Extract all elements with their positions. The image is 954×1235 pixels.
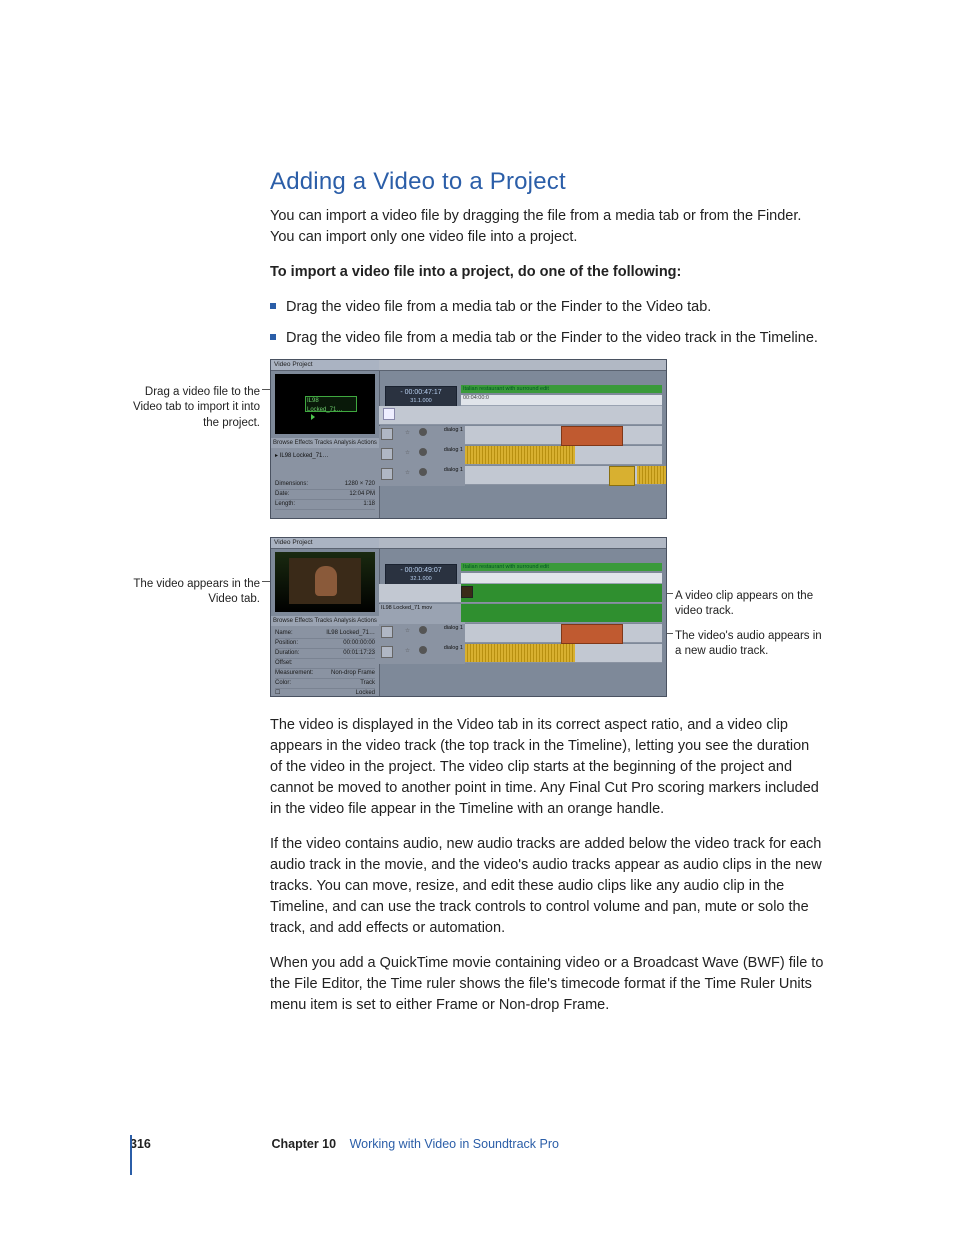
video-preview — [275, 552, 375, 612]
video-track-icon — [383, 408, 395, 420]
timeline-toolbar — [379, 538, 666, 549]
audio-track: ☆dialog 1 — [379, 644, 662, 663]
info-list: Name:IL98 Locked_71… Position:00:00:00:0… — [271, 626, 379, 696]
new-audio-clip — [461, 604, 662, 622]
audio-clip — [561, 624, 623, 644]
callout-right: A video clip appears on the video track. — [675, 589, 830, 620]
bullet-item: Drag the video file from a media tab or … — [270, 328, 825, 349]
video-preview-empty: IL98 Locked_71… — [275, 374, 375, 434]
body-paragraph: When you add a QuickTime movie containin… — [270, 953, 825, 1016]
footer-rule — [130, 1135, 132, 1175]
video-track — [379, 584, 662, 603]
cursor-icon — [311, 414, 315, 420]
instruction-heading: To import a video file into a project, d… — [270, 262, 825, 283]
audio-track: ☆dialog 1 — [379, 466, 662, 485]
chapter-label: Chapter 10 — [271, 1137, 336, 1151]
video-thumb — [461, 586, 473, 598]
timeline-toolbar — [379, 360, 666, 371]
audio-clip — [465, 446, 575, 464]
audio-track: ☆dialog 1 — [379, 426, 662, 445]
callout-left: Drag a video file to the Video tab to im… — [120, 385, 260, 432]
callout-right: The video's audio appears in a new audio… — [675, 629, 830, 660]
screenshot: Video Project Browse Effects Tracks Anal… — [270, 537, 667, 697]
audio-track: ☆dialog 1 — [379, 446, 662, 465]
audio-clip — [561, 426, 623, 446]
show-header: Italian restaurant with surround edit — [461, 563, 662, 571]
chapter-title: Working with Video in Soundtrack Pro — [350, 1137, 559, 1151]
body-paragraph: If the video contains audio, new audio t… — [270, 834, 825, 939]
audio-clip — [465, 644, 575, 662]
time-ruler — [461, 573, 662, 584]
bullet-item: Drag the video file from a media tab or … — [270, 297, 825, 318]
info-tabs: Browse Effects Tracks Analysis Actions — [271, 616, 381, 626]
section-heading: Adding a Video to a Project — [130, 165, 850, 200]
drag-file-box: IL98 Locked_71… — [305, 396, 357, 412]
body-paragraph: The video is displayed in the Video tab … — [270, 715, 825, 820]
page-footer: 316 Chapter 10 Working with Video in Sou… — [130, 1135, 850, 1153]
figure-2: The video appears in the Video tab. A vi… — [130, 537, 850, 697]
audio-clip — [609, 466, 635, 486]
tabs-left: Video Project — [271, 538, 316, 548]
audio-clip — [637, 466, 667, 484]
page-number: 316 — [130, 1135, 156, 1153]
audio-track: ☆dialog 1 — [379, 624, 662, 643]
screenshot: Video Project IL98 Locked_71… Browse Eff… — [270, 359, 667, 519]
callout-left: The video appears in the Video tab. — [120, 577, 260, 608]
tabs-left: Video Project — [271, 360, 316, 370]
time-ruler: 00:04:00:0 — [461, 395, 662, 406]
figure-1: Drag a video file to the Video tab to im… — [130, 359, 850, 519]
show-header: Italian restaurant with surround edit — [461, 385, 662, 393]
video-track — [379, 406, 662, 425]
intro-paragraph: You can import a video file by dragging … — [270, 206, 825, 248]
video-clip — [461, 584, 662, 602]
info-tabs: Browse Effects Tracks Analysis Actions — [271, 438, 381, 448]
info-list: ▸ IL98 Locked_71… Dimensions:1280 × 720 … — [271, 448, 379, 518]
audio-track-new: IL98 Locked_71 mov — [379, 604, 662, 623]
